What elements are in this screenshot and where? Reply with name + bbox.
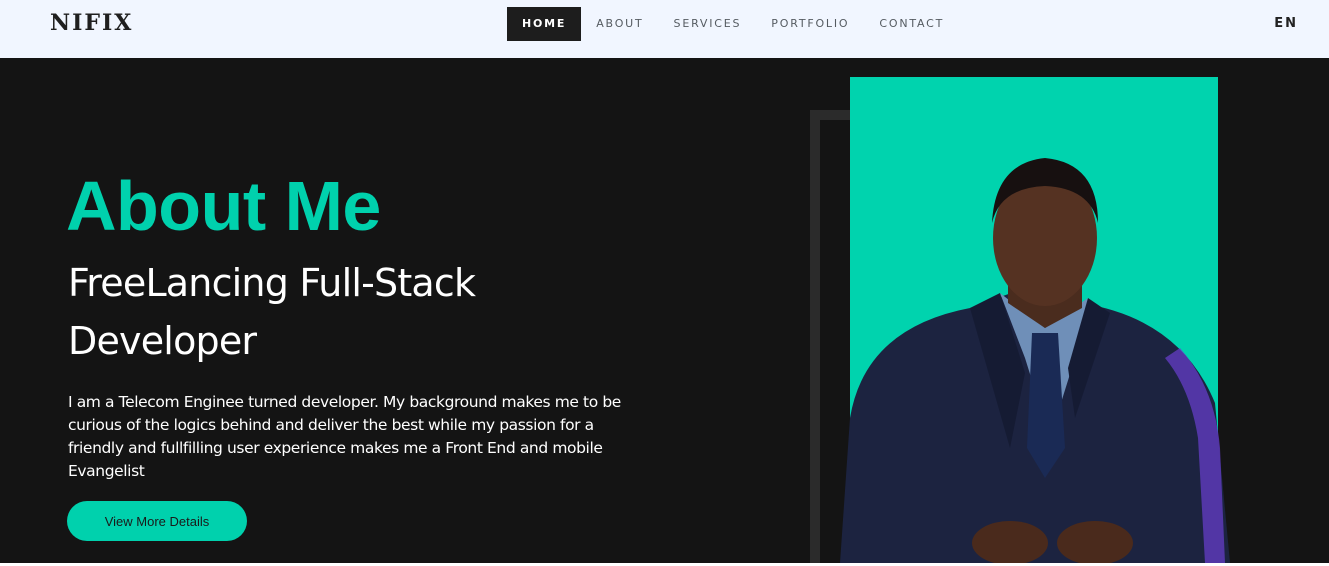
nav-item-contact[interactable]: CONTACT [864, 7, 959, 41]
hero-subtitle: FreeLancing Full-Stack Developer [68, 254, 568, 370]
nav-item-about[interactable]: ABOUT [581, 7, 658, 41]
hero-subtitle-line: FreeLancing Full-Stack [68, 261, 476, 305]
nav-item-home[interactable]: HOME [507, 7, 582, 41]
hero-description: I am a Telecom Enginee turned developer.… [68, 391, 668, 483]
description-line: friendly and fullfilling user experience… [68, 439, 603, 457]
top-navbar: NIFIX HOME ABOUT SERVICES PORTFOLIO CONT… [0, 0, 1329, 58]
view-more-details-button[interactable]: View More Details [67, 501, 247, 541]
hero-section: About Me FreeLancing Full-Stack Develope… [0, 58, 1329, 563]
nav-item-portfolio[interactable]: PORTFOLIO [756, 7, 864, 41]
hero-subtitle-line: Developer [68, 319, 257, 363]
nav-item-services[interactable]: SERVICES [659, 7, 757, 41]
main-menu: HOME ABOUT SERVICES PORTFOLIO CONTACT [507, 7, 959, 41]
language-switcher[interactable]: EN [1274, 16, 1298, 31]
description-line: I am a Telecom Enginee turned developer.… [68, 393, 621, 411]
profile-photo [840, 158, 1230, 563]
description-line: Evangelist [68, 462, 145, 480]
description-line: curious of the logics behind and deliver… [68, 416, 594, 434]
brand-logo[interactable]: NIFIX [50, 10, 133, 36]
hero-title: About Me [66, 167, 381, 245]
